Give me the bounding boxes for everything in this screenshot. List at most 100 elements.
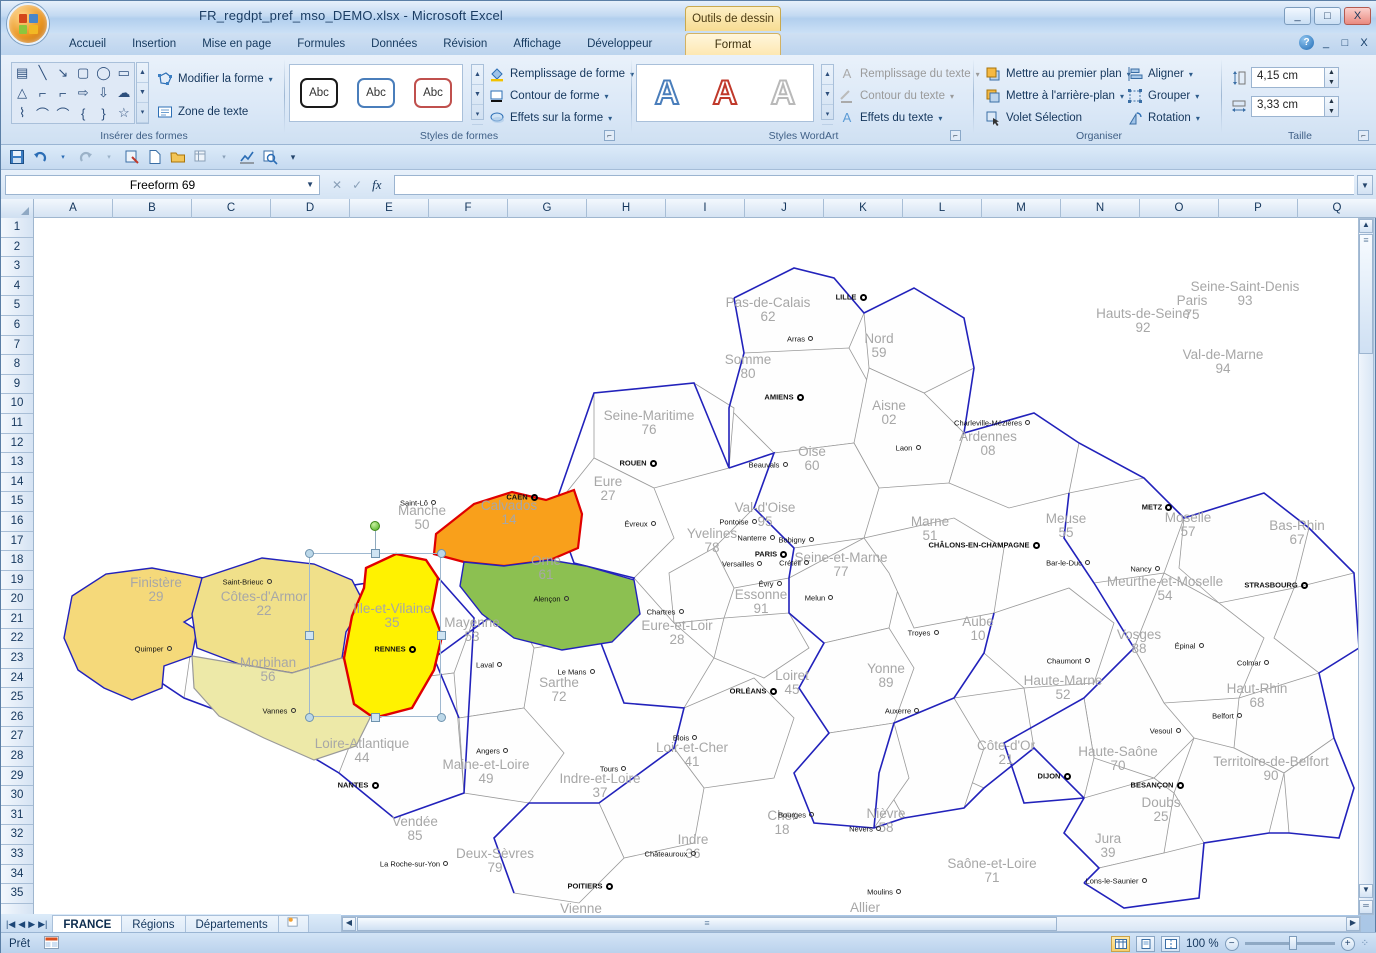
row-header-16[interactable]: 16: [1, 512, 33, 532]
row-header-6[interactable]: 6: [1, 316, 33, 336]
cancel-formula-icon[interactable]: ✕: [332, 178, 342, 192]
restore-button[interactable]: □: [1314, 7, 1341, 25]
shape-width-stepper[interactable]: ▲▼: [1325, 96, 1339, 117]
column-header-i[interactable]: I: [666, 199, 745, 218]
row-header-18[interactable]: 18: [1, 551, 33, 571]
shape-curve-icon[interactable]: ⌒: [32, 103, 52, 123]
normal-view-icon[interactable]: [1111, 936, 1130, 952]
shape-freeform-icon[interactable]: ⌇: [12, 103, 32, 123]
page-break-view-icon[interactable]: [1161, 936, 1180, 952]
zoom-icon[interactable]: [260, 147, 280, 167]
chevron-down-icon[interactable]: ▾: [1196, 114, 1200, 123]
vertical-scrollbar[interactable]: ▲ ▼ ═: [1358, 218, 1374, 915]
row-header-3[interactable]: 3: [1, 257, 33, 277]
shape-styles-dialog-launcher[interactable]: ⌐: [604, 130, 615, 141]
close-button[interactable]: X: [1344, 7, 1371, 25]
column-header-f[interactable]: F: [429, 199, 508, 218]
chevron-down-icon[interactable]: ▾: [1189, 70, 1193, 79]
shape-outline-button[interactable]: Contour de forme ▾: [489, 88, 609, 104]
first-sheet-icon[interactable]: |◀: [6, 919, 15, 930]
text-outline-button[interactable]: Contour du texte ▾: [839, 88, 954, 104]
row-header-2[interactable]: 2: [1, 238, 33, 258]
customize-qat-icon[interactable]: ▾: [283, 147, 303, 167]
resize-handle-e[interactable]: [437, 631, 446, 640]
shape-arc-icon[interactable]: ⌒: [53, 103, 73, 123]
align-button[interactable]: Aligner ▾: [1127, 66, 1193, 82]
row-header-12[interactable]: 12: [1, 434, 33, 454]
row-header-29[interactable]: 29: [1, 767, 33, 787]
chart-icon[interactable]: [237, 147, 257, 167]
column-header-h[interactable]: H: [587, 199, 666, 218]
row-header-28[interactable]: 28: [1, 747, 33, 767]
row-header-26[interactable]: 26: [1, 708, 33, 728]
pivot-icon[interactable]: [191, 147, 211, 167]
wordart-gallery[interactable]: A A A: [636, 64, 814, 122]
text-fill-button[interactable]: A Remplissage du texte ▾: [839, 66, 980, 82]
split-handle-icon[interactable]: ═: [1359, 900, 1373, 914]
tab-format[interactable]: Format: [685, 33, 781, 56]
close-window-icon[interactable]: X: [1357, 37, 1371, 49]
expand-formula-bar-icon[interactable]: ▼: [1357, 175, 1373, 195]
sheet-tab-regions[interactable]: Régions: [121, 915, 185, 934]
selection-pane-button[interactable]: Volet Sélection: [985, 110, 1082, 126]
column-header-a[interactable]: A: [34, 199, 113, 218]
worksheet-grid[interactable]: Pas-​de-​Calais62Nord59Somme80Aisne02Ard…: [34, 218, 1362, 915]
sheet-tab-france[interactable]: FRANCE: [52, 915, 122, 934]
resize-handle-nw[interactable]: [305, 549, 314, 558]
tab-formules[interactable]: Formules: [284, 33, 358, 55]
shapes-gallery-scroll[interactable]: ▲ ▼ ▾: [136, 62, 149, 124]
resize-handle-w[interactable]: [305, 631, 314, 640]
shape-style-swatch-3[interactable]: Abc: [408, 69, 458, 117]
row-header-11[interactable]: 11: [1, 414, 33, 434]
wordart-scroll-up-icon[interactable]: ▲: [822, 65, 833, 85]
row-header-4[interactable]: 4: [1, 277, 33, 297]
stepper-up-icon[interactable]: ▲: [1325, 68, 1338, 78]
column-header-q[interactable]: Q: [1298, 199, 1376, 218]
column-header-e[interactable]: E: [350, 199, 429, 218]
horizontal-scroll-thumb[interactable]: [357, 917, 1057, 931]
column-header-d[interactable]: D: [271, 199, 350, 218]
save-icon[interactable]: [7, 147, 27, 167]
gallery-scroll-up-icon[interactable]: ▲: [137, 63, 148, 83]
open-icon[interactable]: [168, 147, 188, 167]
france-map[interactable]: Pas-​de-​Calais62Nord59Somme80Aisne02Ard…: [34, 218, 1362, 915]
last-sheet-icon[interactable]: ▶|: [38, 919, 47, 930]
row-header-31[interactable]: 31: [1, 806, 33, 826]
row-header-13[interactable]: 13: [1, 453, 33, 473]
row-header-34[interactable]: 34: [1, 865, 33, 885]
tab-developpeur[interactable]: Développeur: [574, 33, 665, 55]
vertical-scroll-thumb[interactable]: [1359, 234, 1373, 354]
row-header-24[interactable]: 24: [1, 669, 33, 689]
rotate-button[interactable]: Rotation ▾: [1127, 110, 1200, 126]
shape-elbow2-icon[interactable]: ⌐: [53, 83, 73, 103]
row-header-10[interactable]: 10: [1, 394, 33, 414]
size-dialog-launcher[interactable]: ⌐: [1358, 130, 1369, 141]
zoom-slider[interactable]: [1245, 942, 1335, 945]
shape-rightarrow-icon[interactable]: ⇨: [73, 83, 93, 103]
shape-styles-scroll[interactable]: ▲ ▼ ▾: [471, 64, 484, 120]
undo-icon[interactable]: [30, 147, 50, 167]
sheet-tab-departements[interactable]: Départements: [185, 915, 279, 934]
wordart-dialog-launcher[interactable]: ⌐: [950, 130, 961, 141]
resize-handle-n[interactable]: [371, 549, 380, 558]
scroll-right-icon[interactable]: ▶: [1346, 917, 1360, 931]
row-header-8[interactable]: 8: [1, 355, 33, 375]
row-header-30[interactable]: 30: [1, 786, 33, 806]
stepper-up-icon[interactable]: ▲: [1325, 97, 1338, 107]
wordart-scroll-down-icon[interactable]: ▼: [822, 85, 833, 105]
formula-input[interactable]: [394, 175, 1354, 195]
tab-revision[interactable]: Révision: [430, 33, 500, 55]
zoom-out-button[interactable]: −: [1225, 937, 1239, 951]
modify-shape-button[interactable]: Modifier la forme ▾: [157, 71, 273, 87]
row-header-17[interactable]: 17: [1, 532, 33, 552]
resize-grip-icon[interactable]: ⁘: [1361, 938, 1369, 949]
page-layout-view-icon[interactable]: [1136, 936, 1155, 952]
chevron-down-icon[interactable]: ▾: [950, 92, 954, 101]
shape-arrow-icon[interactable]: ↘: [53, 63, 73, 83]
row-header-33[interactable]: 33: [1, 845, 33, 865]
resize-handle-s[interactable]: [371, 713, 380, 722]
shape-textbox-icon[interactable]: ▤: [12, 63, 32, 83]
bring-to-front-button[interactable]: Mettre au premier plan ▾: [985, 66, 1131, 82]
shape-style-swatch-1[interactable]: Abc: [294, 69, 344, 117]
row-header-7[interactable]: 7: [1, 336, 33, 356]
